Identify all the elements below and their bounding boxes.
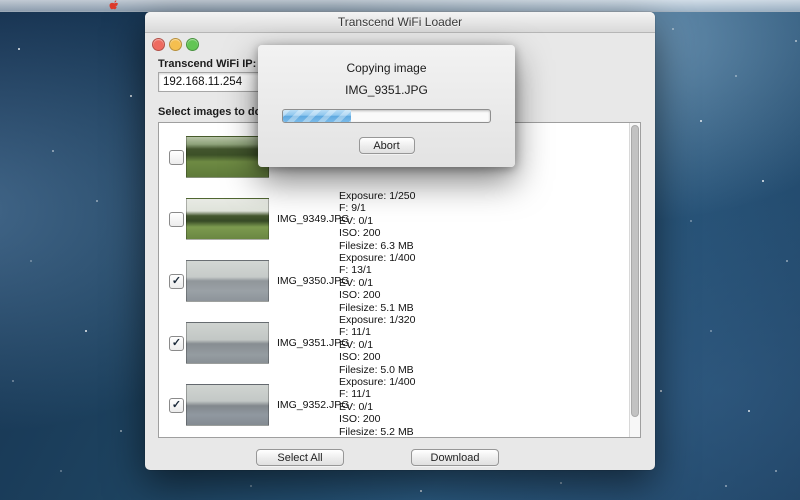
row-thumbnail	[186, 136, 269, 178]
progress-fill	[283, 110, 351, 122]
row-metadata: Exposure: 1/400F: 11/1EV: 0/1ISO: 200Fil…	[339, 376, 415, 437]
image-list-rows: IMG_9348.JPG IMG_9349.JPG Exposure: 1/25…	[159, 123, 629, 437]
progress-bar	[282, 109, 491, 123]
row-metadata: Exposure: 1/250F: 9/1EV: 0/1ISO: 200File…	[339, 190, 415, 252]
zoom-button[interactable]	[186, 38, 199, 51]
list-item[interactable]: ✓ IMG_9352.JPG Exposure: 1/400F: 11/1EV:…	[159, 374, 629, 436]
traffic-lights	[152, 38, 199, 51]
menu-bar	[0, 0, 800, 12]
row-metadata: Exposure: 1/400F: 13/1EV: 0/1ISO: 200Fil…	[339, 252, 415, 314]
row-checkbox[interactable]: ✓	[169, 398, 184, 413]
window-titlebar[interactable]: Transcend WiFi Loader	[145, 12, 655, 33]
window-title: Transcend WiFi Loader	[145, 12, 655, 32]
row-thumbnail	[186, 322, 269, 364]
apple-menu-icon[interactable]	[108, 0, 120, 11]
list-item[interactable]: ✓ IMG_9351.JPG Exposure: 1/320F: 11/1EV:…	[159, 312, 629, 374]
scrollbar[interactable]	[629, 123, 640, 437]
desktop: Transcend WiFi Loader Transcend WiFi IP:…	[0, 0, 800, 500]
scrollbar-thumb[interactable]	[631, 125, 639, 417]
row-checkbox[interactable]	[169, 150, 184, 165]
copy-progress-dialog: Copying image IMG_9351.JPG Abort	[258, 45, 515, 167]
row-checkbox[interactable]	[169, 212, 184, 227]
wifi-ip-label: Transcend WiFi IP:	[158, 58, 256, 70]
dialog-copying-filename: IMG_9351.JPG	[258, 83, 515, 97]
close-button[interactable]	[152, 38, 165, 51]
download-button[interactable]: Download	[411, 449, 499, 466]
abort-button[interactable]: Abort	[359, 137, 415, 154]
row-checkbox[interactable]: ✓	[169, 336, 184, 351]
row-thumbnail	[186, 198, 269, 240]
list-item[interactable]: IMG_9349.JPG Exposure: 1/250F: 9/1EV: 0/…	[159, 188, 629, 250]
row-thumbnail	[186, 384, 269, 426]
row-thumbnail	[186, 260, 269, 302]
select-all-button[interactable]: Select All	[256, 449, 344, 466]
list-item[interactable]: ✓ IMG_9350.JPG Exposure: 1/400F: 13/1EV:…	[159, 250, 629, 312]
dialog-title: Copying image	[258, 61, 515, 75]
minimize-button[interactable]	[169, 38, 182, 51]
row-checkbox[interactable]: ✓	[169, 274, 184, 289]
row-metadata: Exposure: 1/320F: 11/1EV: 0/1ISO: 200Fil…	[339, 314, 415, 376]
image-list: IMG_9348.JPG IMG_9349.JPG Exposure: 1/25…	[158, 122, 641, 438]
